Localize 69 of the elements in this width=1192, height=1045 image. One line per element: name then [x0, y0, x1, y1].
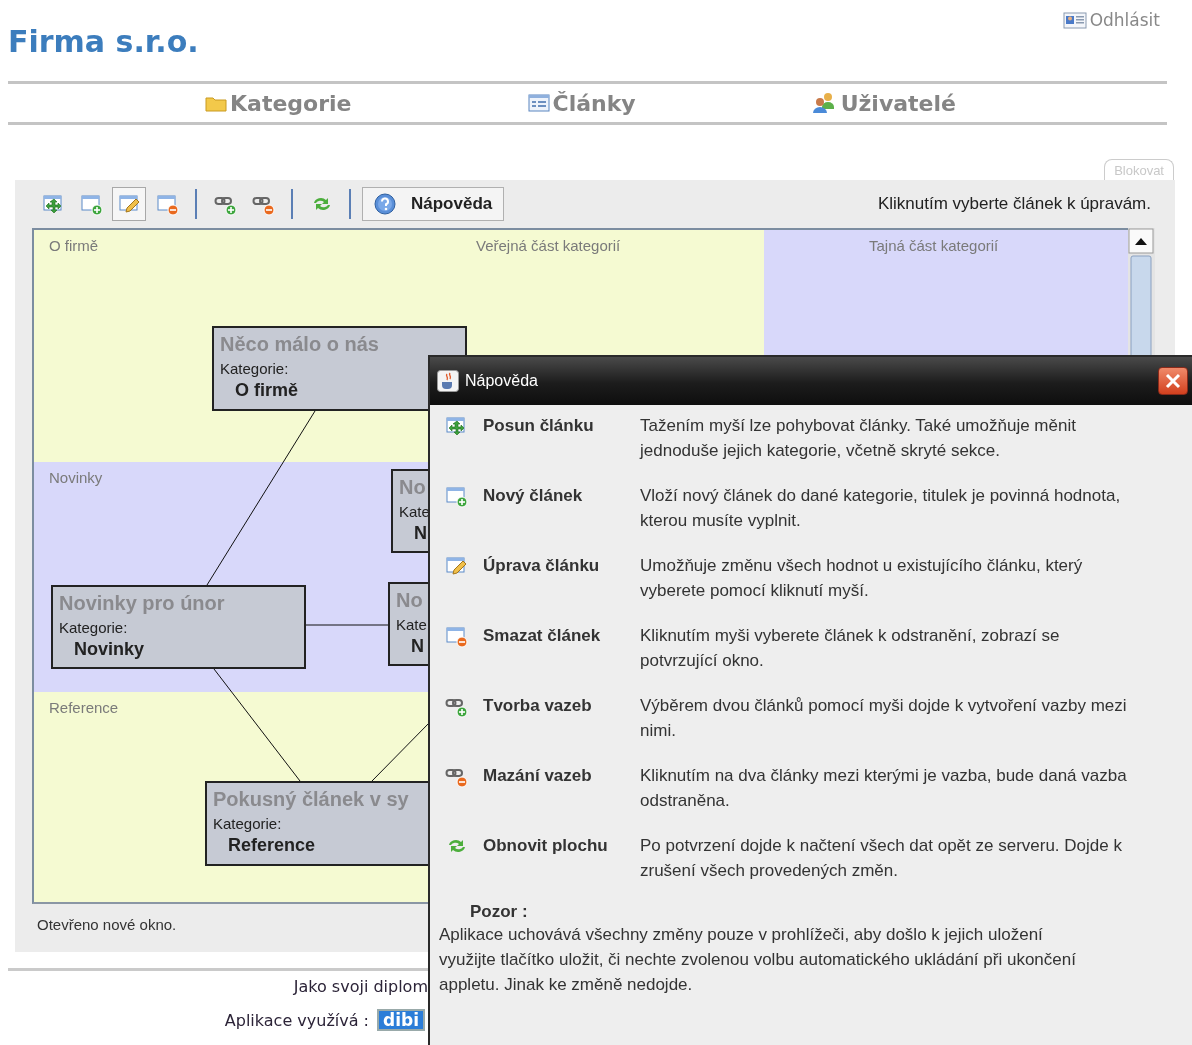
function-description: Tažením myší lze pohybovat články. Také umožňuje měnit jednoduše jejich kategorie, včetně skryté sekce.: [640, 415, 1077, 462]
function-description: Po potvrzení dojde k načtení všech dat opět ze serveru. Dojde k zrušení všech provedených změn.: [640, 835, 1123, 882]
article-title: Novinky pro únor: [59, 591, 225, 616]
lane-label: O firmě: [49, 237, 100, 254]
article-node[interactable]: Novinky pro únor Kategorie: Novinky: [51, 585, 306, 669]
category-name: Reference: [227, 834, 316, 856]
category-name: N: [413, 522, 427, 544]
close-icon: [1164, 372, 1182, 390]
site-title: Firma s.r.o.: [8, 24, 199, 60]
category-label: Kategorie:: [59, 618, 128, 638]
help-button[interactable]: Nápověda: [362, 187, 505, 221]
dialog-title: Nápověda: [465, 372, 538, 390]
edit-icon: [117, 192, 141, 216]
new-window-icon: [79, 192, 103, 216]
status-text: Otevřeno nové okno.: [36, 916, 178, 933]
lane-label: Novinky: [49, 469, 103, 486]
lane-label: Reference: [49, 699, 119, 716]
function-name: Posun článku: [483, 415, 595, 437]
move-icon: [41, 192, 65, 216]
section-header: Tajná část kategorií: [869, 237, 999, 254]
category-label: Kategorie:: [220, 359, 289, 379]
move-icon: [445, 415, 468, 438]
category-label: Kate: [396, 615, 427, 635]
category-label: Kate: [399, 502, 430, 522]
footer-text: Jako svoji diplom: [293, 977, 428, 996]
function-name: Obnovit plochu: [483, 835, 609, 857]
article-title: No: [396, 588, 423, 613]
function-name: Úprava článku: [483, 555, 601, 577]
category-name: Novinky: [73, 638, 145, 660]
section-header: Veřejná část kategorií: [476, 237, 621, 254]
article-title: Něco málo o nás: [220, 332, 379, 357]
edit-icon: [445, 555, 468, 578]
logout-link[interactable]: Odhlásit: [1062, 10, 1160, 30]
article-node[interactable]: Něco málo o nás Kategorie: O firmě: [212, 326, 467, 411]
function-description: Vloží nový článek do dané kategorie, titulek je povinná hodnota, kterou musíte vyplnit.: [640, 485, 1122, 532]
article-title: Pokusný článek v sy: [213, 787, 409, 812]
list-icon: [527, 94, 550, 112]
category-name: O firmě: [234, 379, 299, 401]
nav-link[interactable]: Kategorie: [205, 90, 352, 116]
note-title: Pozor :: [469, 902, 529, 922]
close-button[interactable]: [1158, 367, 1188, 395]
delete-window-icon: [155, 192, 179, 216]
function-description: Umožňuje změnu všech hodnot u existujícího článku, který vyberete pomocí kliknutí myší.: [640, 555, 1084, 602]
nav-link[interactable]: Články: [527, 90, 636, 116]
note-text: Aplikace uchovává všechny změny pouze v prohlížeči, aby došlo k jejich uložení využijte tlačítko uložit, či nechte zvolenou volbu automatického ukládání při ukončení appletu. Jinak ke změně nedojde.: [439, 924, 1077, 996]
connector-line: [371, 721, 431, 782]
function-name: Mazání vazeb: [483, 765, 593, 787]
function-name: Smazat článek: [483, 625, 602, 647]
tool-button[interactable]: [112, 187, 146, 221]
article-node[interactable]: Pokusný článek v sy Kategorie: Reference: [205, 781, 430, 866]
library-badge[interactable]: dibi: [377, 1009, 425, 1031]
folder-icon: [205, 94, 227, 112]
help-icon: [373, 192, 397, 216]
new-window-icon: [445, 485, 468, 508]
article-title: No: [399, 475, 426, 500]
function-name: Nový článek: [483, 485, 584, 507]
id-card-icon: [1062, 11, 1087, 29]
category-name: N: [410, 635, 424, 657]
cup-icon: [437, 370, 459, 392]
function-description: Výběrem dvou článků pomocí myši dojde k vytvoření vazby mezi nimi.: [640, 695, 1128, 742]
footer-text: Aplikace využívá :: [224, 1010, 369, 1030]
nav-link[interactable]: Uživatelé: [811, 90, 956, 116]
hint-text: Kliknutím vyberte článek k úpravám.: [877, 194, 1152, 214]
delete-window-icon: [445, 625, 468, 648]
article-node[interactable]: No Kate N: [388, 582, 430, 666]
function-description: Kliknutím na dva články mezi kterými je vazba, bude daná vazba odstraněna.: [640, 765, 1128, 812]
category-label: Kategorie:: [213, 814, 282, 834]
function-name: Tvorba vazeb: [483, 695, 593, 717]
function-description: Kliknutím myši vyberete článek k odstranění, zobrazí se potvrzující okno.: [640, 625, 1061, 672]
